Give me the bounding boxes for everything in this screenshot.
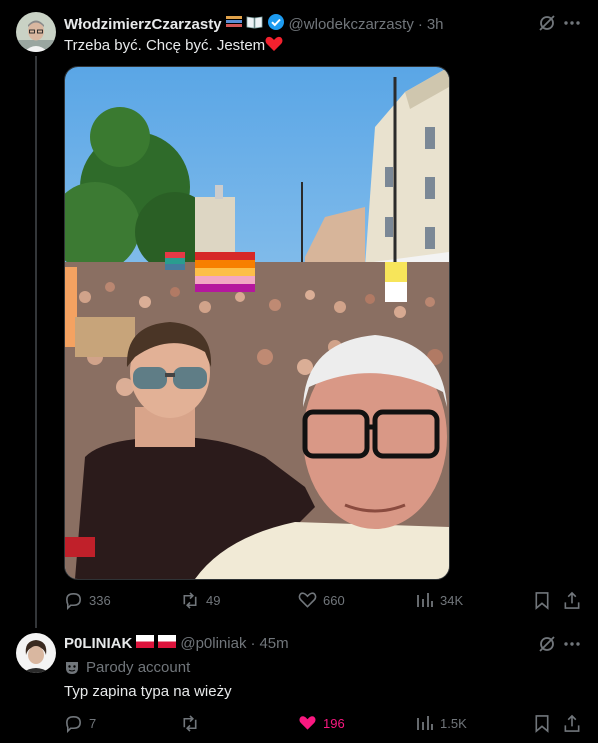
reply-time[interactable]: 45m [259,635,288,652]
reply-icon [66,716,81,733]
tweet-photo[interactable] [64,66,450,580]
author-avatar[interactable] [16,12,56,52]
red-heart-emoji-icon [265,36,283,56]
like-button[interactable]: 660 [298,591,345,609]
parody-label-text: Parody account [86,659,191,676]
poland-flag-icon [136,635,155,652]
analytics-icon [417,716,433,730]
reply-icon [66,593,81,610]
separator-dot: · [417,15,423,33]
thread-connector-line [35,56,37,628]
grok-icon[interactable] [537,634,557,654]
open-book-emoji-icon [246,15,263,33]
like-button-active[interactable]: 196 [298,714,345,732]
tweet-header: WłodzimierzCzarzasty @wlodekczarzasty · … [64,13,444,35]
repost-button[interactable] [180,714,206,733]
bookmark-button[interactable] [533,591,551,610]
author-handle[interactable]: @wlodekczarzasty [289,16,414,33]
verified-badge-icon[interactable] [267,13,285,35]
repost-icon [183,592,197,609]
reply-text: Typ zapina typa na wieży [64,683,232,700]
grok-icon[interactable] [537,13,557,33]
tweet-action-bar: 336 49 660 34K [64,591,584,611]
views-button[interactable]: 1.5K [416,714,467,732]
reply-author-handle[interactable]: @p0liniak [180,635,246,652]
views-button[interactable]: 34K [416,591,463,609]
reply-action-bar: 7 196 1.5K [64,714,584,734]
view-count: 1.5K [440,715,467,731]
tweet-text: Trzeba być. Chcę być. Jestem [64,36,283,56]
like-count: 196 [323,715,345,731]
reply-button[interactable]: 7 [64,714,96,733]
like-count: 660 [323,592,345,608]
reply-header: P0LINIAK @p0liniak · 45m [64,635,289,652]
repost-icon [183,715,197,732]
share-button[interactable] [563,714,581,733]
analytics-icon [417,593,433,607]
author-name[interactable]: WłodzimierzCzarzasty [64,16,222,33]
bookmark-icon [535,592,549,610]
repost-count: 49 [206,593,221,608]
tweet-text-content: Trzeba być. Chcę być. Jestem [64,37,266,54]
reply-count: 7 [89,716,97,731]
heart-filled-icon [299,716,316,730]
separator-dot: · [250,635,256,652]
reply-author-name[interactable]: P0LINIAK [64,635,132,652]
more-options-icon[interactable] [562,13,582,33]
parody-mask-icon [66,661,78,674]
view-count: 34K [440,592,464,608]
books-emoji-icon [225,15,242,33]
parody-label: Parody account [64,659,190,676]
share-button[interactable] [563,591,581,610]
share-icon [564,591,580,609]
bookmark-icon [535,715,549,733]
more-options-icon[interactable] [562,634,582,654]
reply-button[interactable]: 336 [64,591,111,610]
tweet-time[interactable]: 3h [427,16,444,33]
share-icon [564,714,580,732]
poland-flag-icon [158,635,177,652]
repost-button[interactable]: 49 [180,591,220,610]
heart-icon [298,592,317,608]
bookmark-button[interactable] [533,714,551,733]
reply-count: 336 [89,593,111,608]
reply-author-avatar[interactable] [16,633,56,673]
